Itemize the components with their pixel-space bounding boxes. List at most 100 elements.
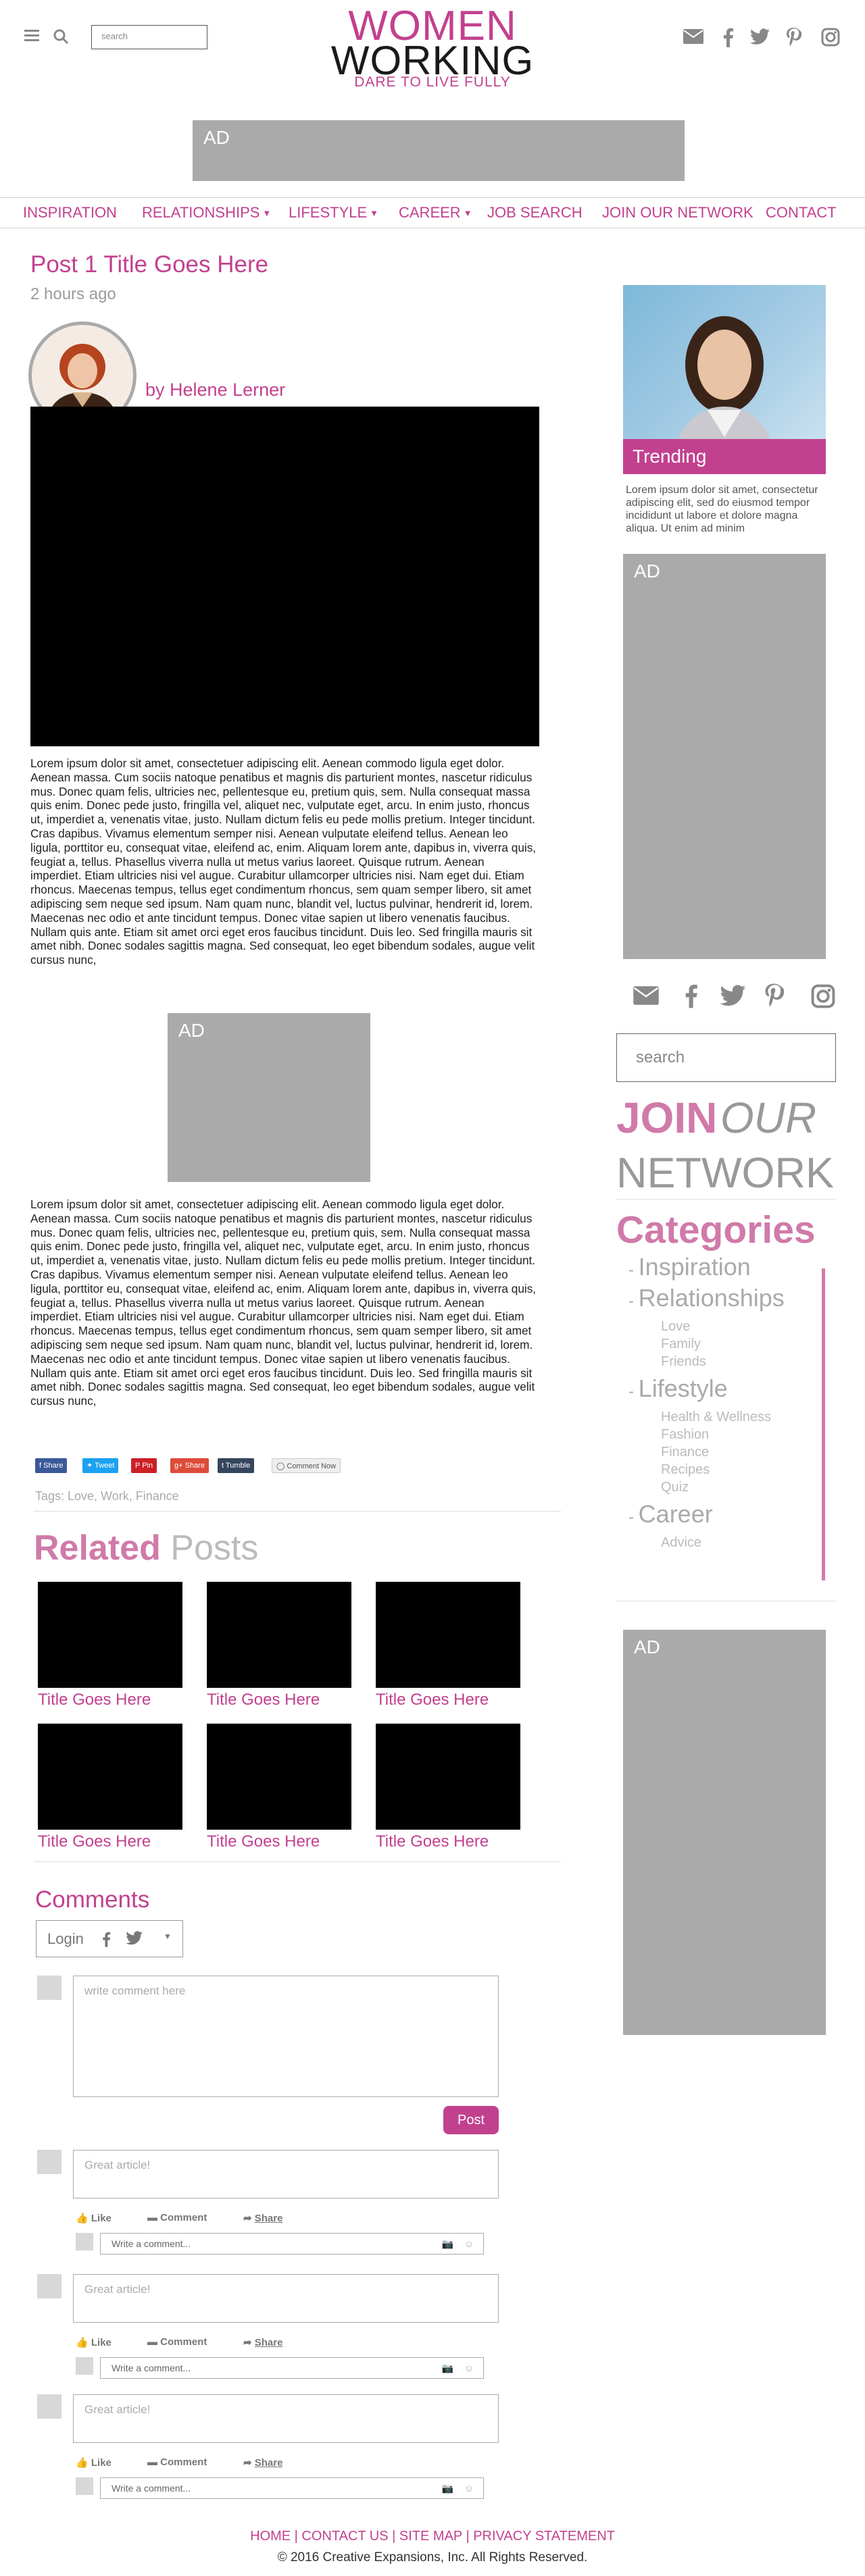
post-comment-button[interactable]: Post bbox=[443, 2106, 499, 2134]
related-title-4[interactable]: Title Goes Here bbox=[38, 1832, 151, 1851]
divider bbox=[34, 1511, 561, 1512]
related-title-6[interactable]: Title Goes Here bbox=[376, 1832, 489, 1851]
related-title-1[interactable]: Title Goes Here bbox=[38, 1691, 151, 1709]
emoji-icon[interactable]: ☺ bbox=[464, 2234, 474, 2254]
subcategory-recipes[interactable]: Recipes bbox=[661, 1461, 710, 1478]
category-lifestyle[interactable]: - Lifestyle bbox=[628, 1374, 728, 1403]
subcategory-love[interactable]: Love bbox=[661, 1318, 690, 1335]
hamburger-icon[interactable] bbox=[24, 30, 39, 42]
subcategory-family[interactable]: Family bbox=[661, 1335, 701, 1353]
login-dropdown[interactable]: Login ▼ bbox=[36, 1920, 183, 1957]
instagram-icon[interactable] bbox=[811, 984, 835, 1008]
category-career[interactable]: - Career bbox=[628, 1500, 713, 1528]
comments-heading: Comments bbox=[35, 1886, 150, 1913]
facebook-share-button[interactable]: f Share bbox=[35, 1458, 68, 1473]
subcategory-health[interactable]: Health & Wellness bbox=[661, 1408, 771, 1426]
header-ad[interactable]: AD bbox=[193, 120, 685, 181]
category-relationships[interactable]: - Relationships bbox=[628, 1284, 785, 1312]
twitter-icon[interactable] bbox=[720, 985, 747, 1008]
share-action[interactable]: ➦ Share bbox=[243, 2456, 282, 2469]
comment-action[interactable]: ▬ Comment bbox=[147, 2336, 207, 2348]
header-search-input[interactable]: search bbox=[91, 25, 207, 49]
like-action[interactable]: 👍 Like bbox=[76, 2336, 112, 2348]
related-title-3[interactable]: Title Goes Here bbox=[376, 1691, 489, 1709]
twitter-icon[interactable] bbox=[750, 28, 770, 46]
related-thumb-4[interactable] bbox=[38, 1724, 182, 1830]
share-action[interactable]: ➦ Share bbox=[243, 2212, 282, 2224]
footer-links[interactable]: HOME | CONTACT US | SITE MAP | PRIVACY S… bbox=[0, 2529, 865, 2544]
sidebar-ad-top[interactable]: AD bbox=[623, 554, 826, 959]
logo-tagline: DARE TO LIVE FULLY bbox=[354, 74, 511, 90]
camera-icon[interactable]: 📷 bbox=[442, 2478, 453, 2498]
like-action[interactable]: 👍 Like bbox=[76, 2212, 112, 2224]
comment-action[interactable]: ▬ Comment bbox=[147, 2456, 207, 2468]
instagram-icon[interactable] bbox=[821, 28, 840, 47]
subcategory-fashion[interactable]: Fashion bbox=[661, 1426, 709, 1443]
reply-input[interactable]: Write a comment... 📷 ☺ bbox=[100, 2477, 484, 2499]
related-thumb-5[interactable] bbox=[207, 1724, 351, 1830]
nav-item-contact[interactable]: CONTACT bbox=[766, 198, 837, 228]
emoji-icon[interactable]: ☺ bbox=[464, 2478, 474, 2498]
emoji-icon[interactable]: ☺ bbox=[464, 2358, 474, 2378]
related-thumb-3[interactable] bbox=[376, 1582, 520, 1688]
divider bbox=[34, 1861, 561, 1862]
subcategory-finance[interactable]: Finance bbox=[661, 1443, 709, 1461]
nav-item-relationships[interactable]: RELATIONSHIPS ▼ bbox=[142, 198, 271, 228]
pinterest-icon[interactable] bbox=[764, 983, 784, 1008]
category-inspiration[interactable]: - Inspiration bbox=[628, 1253, 751, 1281]
facebook-icon[interactable] bbox=[722, 27, 734, 47]
envelope-icon[interactable] bbox=[683, 28, 704, 45]
comment-now-button[interactable]: ◯ Comment Now bbox=[272, 1458, 341, 1473]
nav-item-lifestyle[interactable]: LIFESTYLE ▼ bbox=[289, 198, 378, 228]
comment-action[interactable]: ▬ Comment bbox=[147, 2212, 207, 2223]
action-label: Comment bbox=[160, 2456, 207, 2468]
related-thumb-2[interactable] bbox=[207, 1582, 351, 1688]
google-share-button[interactable]: g+ Share bbox=[170, 1458, 209, 1473]
action-label: Share bbox=[254, 2457, 283, 2469]
trending-label[interactable]: Trending bbox=[623, 439, 826, 474]
nav-item-inspiration[interactable]: INSPIRATION bbox=[23, 198, 117, 228]
share-action[interactable]: ➦ Share bbox=[243, 2336, 282, 2348]
inline-ad[interactable]: AD bbox=[168, 1013, 370, 1182]
camera-icon[interactable]: 📷 bbox=[442, 2234, 453, 2254]
share-label: Share bbox=[43, 1462, 64, 1470]
author-name[interactable]: by Helene Lerner bbox=[145, 380, 285, 401]
nav-item-join-network[interactable]: JOIN OUR NETWORK bbox=[602, 198, 753, 228]
nav-label: RELATIONSHIPS bbox=[142, 204, 260, 221]
comment-body: Great article! bbox=[73, 2150, 499, 2198]
facebook-icon[interactable] bbox=[683, 983, 698, 1008]
pinterest-pin-button[interactable]: P Pin bbox=[131, 1458, 157, 1473]
categories-scrollbar[interactable] bbox=[822, 1268, 825, 1580]
like-action[interactable]: 👍 Like bbox=[76, 2456, 112, 2469]
sidebar-search-input[interactable]: search bbox=[616, 1033, 836, 1082]
commenter-avatar bbox=[37, 2394, 61, 2419]
join-network-link[interactable]: JOIN OUR NETWORK bbox=[616, 1096, 836, 1195]
post-paragraph-1: Lorem ipsum dolor sit amet, consectetuer… bbox=[30, 756, 537, 967]
reply-input[interactable]: Write a comment... 📷 ☺ bbox=[100, 2233, 484, 2255]
nav-item-career[interactable]: CAREER ▼ bbox=[399, 198, 472, 228]
facebook-icon bbox=[101, 1930, 111, 1948]
nav-item-job-search[interactable]: JOB SEARCH bbox=[487, 198, 583, 228]
tumblr-button[interactable]: t Tumble bbox=[218, 1458, 255, 1473]
subcategory-advice[interactable]: Advice bbox=[661, 1534, 701, 1551]
speech-bubble-icon: ◯ bbox=[276, 1462, 287, 1470]
share-label: Tumble bbox=[225, 1462, 251, 1470]
twitter-tweet-button[interactable]: ✦ Tweet bbox=[82, 1458, 119, 1473]
search-icon[interactable] bbox=[53, 28, 69, 45]
user-avatar bbox=[37, 1976, 61, 2000]
related-thumb-1[interactable] bbox=[38, 1582, 182, 1688]
pinterest-icon[interactable] bbox=[785, 27, 801, 47]
envelope-icon[interactable] bbox=[632, 985, 660, 1006]
sidebar-ad-bottom[interactable]: AD bbox=[623, 1630, 826, 2035]
camera-icon[interactable]: 📷 bbox=[442, 2358, 453, 2378]
trending-text: Lorem ipsum dolor sit amet, consectetur … bbox=[626, 484, 818, 534]
nav-label: CONTACT bbox=[766, 204, 837, 221]
related-title-2[interactable]: Title Goes Here bbox=[207, 1691, 320, 1709]
post-video[interactable] bbox=[30, 407, 539, 746]
subcategory-quiz[interactable]: Quiz bbox=[661, 1478, 689, 1496]
new-comment-textarea[interactable]: write comment here bbox=[73, 1976, 499, 2097]
subcategory-friends[interactable]: Friends bbox=[661, 1353, 706, 1370]
related-thumb-6[interactable] bbox=[376, 1724, 520, 1830]
related-title-5[interactable]: Title Goes Here bbox=[207, 1832, 320, 1851]
reply-input[interactable]: Write a comment... 📷 ☺ bbox=[100, 2357, 484, 2379]
